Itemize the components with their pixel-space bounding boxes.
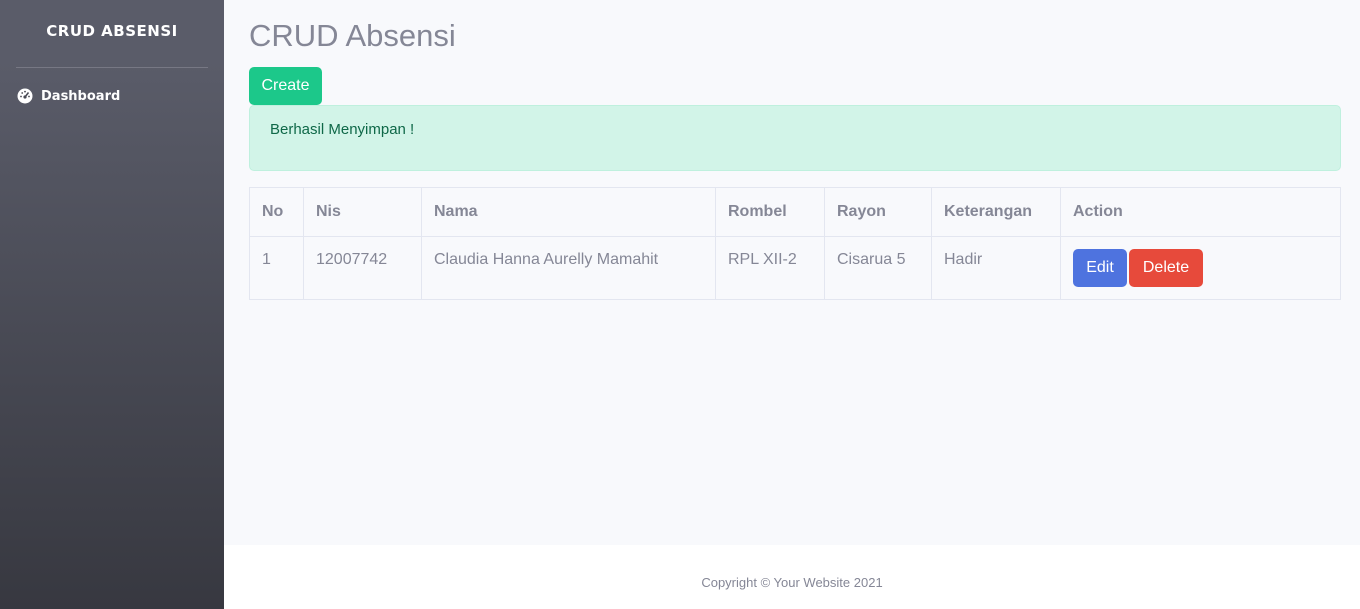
delete-button[interactable]: Delete xyxy=(1129,249,1203,287)
edit-button[interactable]: Edit xyxy=(1073,249,1127,287)
absensi-table: No Nis Nama Rombel Rayon Keterangan Acti… xyxy=(249,187,1341,300)
main-content: CRUD Absensi Create Berhasil Menyimpan !… xyxy=(224,0,1360,545)
cell-nama: Claudia Hanna Aurelly Mamahit xyxy=(421,236,716,300)
success-alert: Berhasil Menyimpan ! xyxy=(249,105,1341,171)
column-header-keterangan: Keterangan xyxy=(931,187,1061,237)
column-header-action: Action xyxy=(1060,187,1341,237)
cell-keterangan: Hadir xyxy=(931,236,1061,300)
sidebar-item-label: Dashboard xyxy=(41,88,121,104)
sidebar-divider xyxy=(16,67,208,68)
column-header-nis: Nis xyxy=(303,187,422,237)
tachometer-icon xyxy=(17,88,33,104)
sidebar: CRUD ABSENSI Dashboard xyxy=(0,0,224,609)
sidebar-item-dashboard[interactable]: Dashboard xyxy=(0,80,224,112)
column-header-rombel: Rombel xyxy=(715,187,825,237)
cell-nis: 12007742 xyxy=(303,236,422,300)
cell-rayon: Cisarua 5 xyxy=(824,236,932,300)
cell-rombel: RPL XII-2 xyxy=(715,236,825,300)
table-header-row: No Nis Nama Rombel Rayon Keterangan Acti… xyxy=(249,187,1341,237)
create-button[interactable]: Create xyxy=(249,67,322,105)
cell-action: Edit Delete xyxy=(1060,236,1341,300)
cell-no: 1 xyxy=(249,236,304,300)
column-header-nama: Nama xyxy=(421,187,716,237)
sidebar-brand[interactable]: CRUD ABSENSI xyxy=(0,0,224,67)
footer: Copyright © Your Website 2021 xyxy=(224,545,1360,609)
column-header-no: No xyxy=(249,187,304,237)
footer-copyright: Copyright © Your Website 2021 xyxy=(701,575,883,590)
table-row: 1 12007742 Claudia Hanna Aurelly Mamahit… xyxy=(249,236,1341,300)
page-title: CRUD Absensi xyxy=(249,18,456,53)
column-header-rayon: Rayon xyxy=(824,187,932,237)
